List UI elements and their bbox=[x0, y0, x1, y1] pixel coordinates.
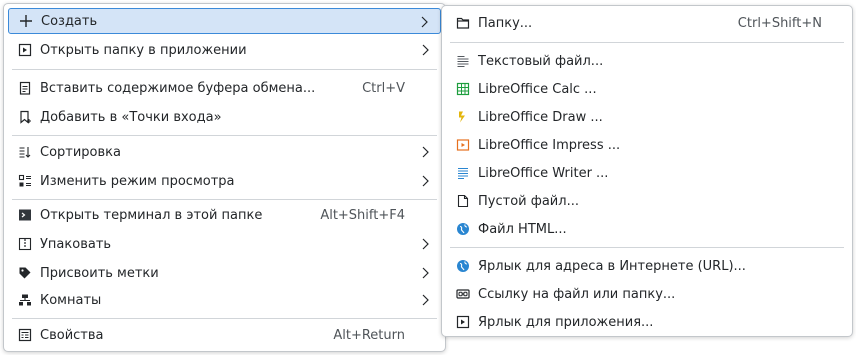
folder-icon bbox=[456, 16, 470, 30]
menu-item-label: Ярлык для приложения... bbox=[478, 314, 654, 330]
text-file-icon bbox=[456, 54, 470, 68]
menu-item-create[interactable]: Создать bbox=[8, 8, 441, 34]
menu-item-label: Файл HTML... bbox=[478, 221, 567, 237]
menu-item-label: LibreOffice Writer ... bbox=[478, 165, 609, 181]
menu-item-label: Упаковать bbox=[40, 236, 112, 252]
submenu-item-file-link[interactable]: Ссылку на файл или папку... bbox=[446, 281, 848, 307]
create-submenu: Папку... Ctrl+Shift+N Текстовый файл... … bbox=[441, 5, 853, 337]
menu-item-label: Сортировка bbox=[40, 144, 121, 160]
chevron-right-icon bbox=[421, 260, 429, 286]
sort-icon bbox=[18, 145, 32, 159]
chevron-right-icon bbox=[420, 9, 428, 35]
menu-item-label: Ярлык для адреса в Интернете (URL)... bbox=[478, 258, 746, 274]
view-mode-icon bbox=[18, 174, 32, 188]
menu-item-activities[interactable]: Комнаты bbox=[8, 287, 441, 313]
menu-separator bbox=[12, 318, 437, 319]
chevron-right-icon bbox=[421, 139, 429, 165]
chevron-right-icon bbox=[421, 37, 429, 63]
globe-icon bbox=[456, 222, 470, 236]
menu-item-label: Ссылку на файл или папку... bbox=[478, 286, 676, 302]
submenu-item-text-file[interactable]: Текстовый файл... bbox=[446, 48, 848, 74]
submenu-item-url-link[interactable]: Ярлык для адреса в Интернете (URL)... bbox=[446, 253, 848, 279]
app-window-icon bbox=[18, 43, 32, 57]
submenu-item-libreoffice-impress[interactable]: LibreOffice Impress ... bbox=[446, 132, 848, 158]
chevron-right-icon bbox=[421, 231, 429, 257]
menu-item-open-terminal[interactable]: Открыть терминал в этой папке Alt+Shift+… bbox=[8, 202, 441, 228]
terminal-icon bbox=[18, 208, 32, 222]
archive-icon bbox=[18, 237, 32, 251]
shortcut-text: Alt+Shift+F4 bbox=[320, 207, 405, 223]
menu-item-label: Изменить режим просмотра bbox=[40, 173, 235, 189]
menu-item-label: Комнаты bbox=[40, 292, 102, 308]
menu-item-assign-tags[interactable]: Присвоить метки bbox=[8, 260, 441, 286]
chevron-right-icon bbox=[421, 168, 429, 194]
submenu-item-libreoffice-calc[interactable]: LibreOffice Calc ... bbox=[446, 76, 848, 102]
menu-item-label: LibreOffice Impress ... bbox=[478, 137, 621, 153]
globe-link-icon bbox=[456, 259, 470, 273]
menu-separator bbox=[450, 42, 844, 43]
writer-icon bbox=[456, 166, 470, 180]
menu-item-open-with[interactable]: Открыть папку в приложении bbox=[8, 37, 441, 63]
submenu-item-libreoffice-draw[interactable]: LibreOffice Draw ... bbox=[446, 104, 848, 130]
submenu-item-html-file[interactable]: Файл HTML... bbox=[446, 216, 848, 242]
menu-item-label: Добавить в «Точки входа» bbox=[40, 109, 222, 125]
menu-separator bbox=[450, 247, 844, 248]
menu-item-sort[interactable]: Сортировка bbox=[8, 139, 441, 165]
submenu-item-libreoffice-writer[interactable]: LibreOffice Writer ... bbox=[446, 160, 848, 186]
menu-item-label: Текстовый файл... bbox=[478, 53, 604, 69]
menu-separator bbox=[12, 199, 437, 200]
menu-item-label: Свойства bbox=[40, 327, 104, 343]
clipboard-icon bbox=[18, 81, 32, 95]
activities-icon bbox=[18, 293, 32, 307]
menu-item-label: Присвоить метки bbox=[40, 265, 159, 281]
calc-icon bbox=[456, 82, 470, 96]
shortcut-text: Ctrl+Shift+N bbox=[737, 15, 822, 31]
menu-item-view-mode[interactable]: Изменить режим просмотра bbox=[8, 168, 441, 194]
chevron-right-icon bbox=[421, 287, 429, 313]
menu-item-label: Пустой файл... bbox=[478, 193, 579, 209]
menu-item-label: Создать bbox=[41, 13, 98, 29]
menu-item-label: LibreOffice Draw ... bbox=[478, 109, 603, 125]
submenu-item-app-shortcut[interactable]: Ярлык для приложения... bbox=[446, 309, 848, 335]
menu-separator bbox=[12, 69, 437, 70]
link-icon bbox=[456, 287, 470, 301]
properties-icon bbox=[18, 328, 32, 342]
bookmark-add-icon bbox=[18, 110, 32, 124]
empty-file-icon bbox=[456, 194, 470, 208]
menu-item-properties[interactable]: Свойства Alt+Return bbox=[8, 322, 441, 348]
app-shortcut-icon bbox=[456, 315, 470, 329]
tag-icon bbox=[18, 266, 32, 280]
menu-item-label: LibreOffice Calc ... bbox=[478, 81, 597, 97]
menu-item-label: Папку... bbox=[478, 15, 533, 31]
submenu-item-folder[interactable]: Папку... Ctrl+Shift+N bbox=[446, 10, 848, 36]
menu-item-label: Открыть терминал в этой папке bbox=[40, 207, 263, 223]
menu-item-label: Открыть папку в приложении bbox=[40, 42, 247, 58]
menu-item-paste-clipboard[interactable]: Вставить содержимое буфера обмена... Ctr… bbox=[8, 75, 441, 101]
menu-separator bbox=[12, 135, 437, 136]
menu-item-add-to-places[interactable]: Добавить в «Точки входа» bbox=[8, 104, 441, 130]
draw-icon bbox=[456, 110, 470, 124]
context-menu: Создать Открыть папку в приложении Встав… bbox=[3, 3, 446, 352]
impress-icon bbox=[456, 138, 470, 152]
menu-item-compress[interactable]: Упаковать bbox=[8, 231, 441, 257]
menu-item-label: Вставить содержимое буфера обмена... bbox=[40, 80, 316, 96]
shortcut-text: Ctrl+V bbox=[362, 80, 405, 96]
submenu-item-empty-file[interactable]: Пустой файл... bbox=[446, 188, 848, 214]
plus-icon bbox=[19, 14, 33, 28]
shortcut-text: Alt+Return bbox=[333, 327, 405, 343]
